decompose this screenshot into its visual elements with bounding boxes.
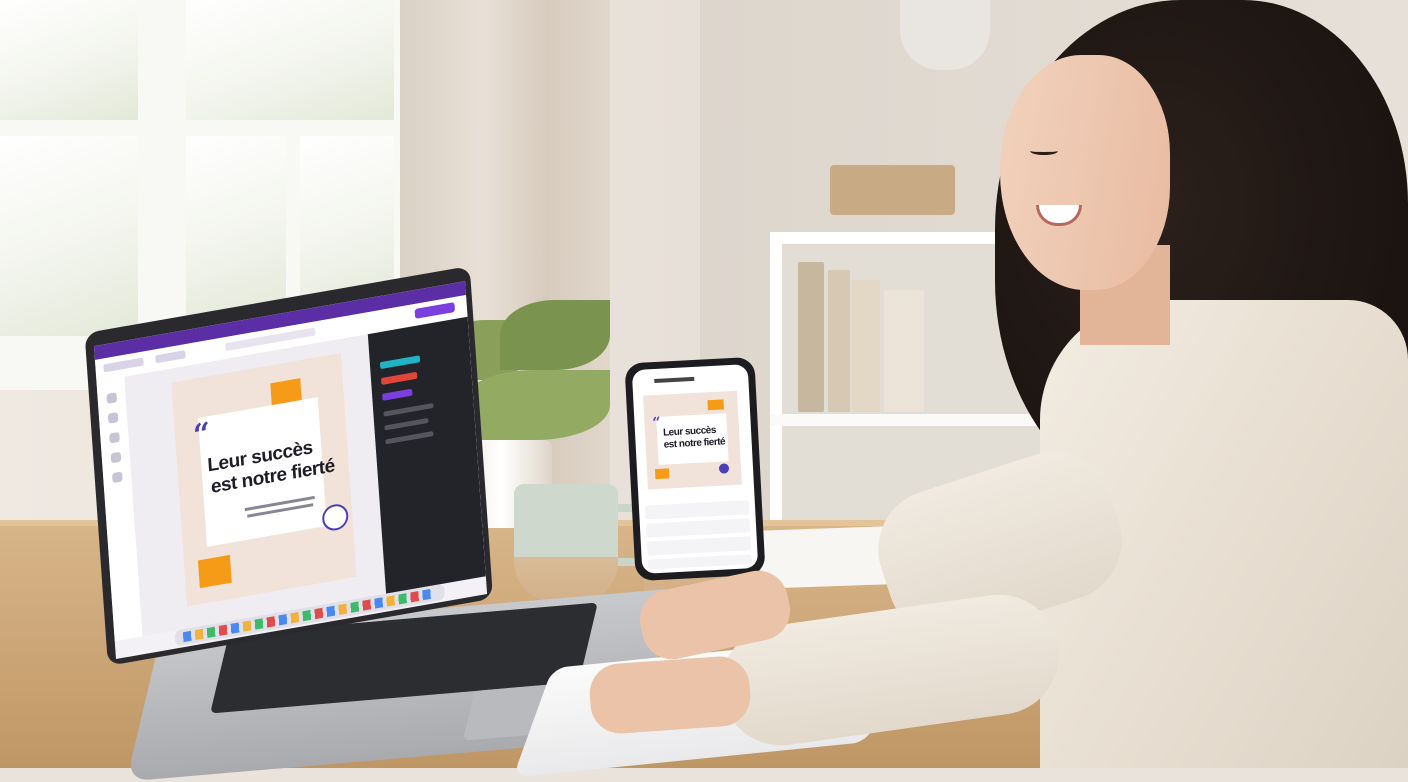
window-pane	[0, 0, 138, 120]
quote-mark: “	[652, 414, 662, 432]
share-button[interactable]	[414, 302, 456, 319]
panel-row[interactable]	[385, 431, 434, 445]
color-swatch[interactable]	[380, 371, 418, 385]
mug	[514, 484, 618, 602]
user-icon	[718, 463, 730, 474]
tool-icon[interactable]	[106, 392, 118, 404]
person-face	[1000, 55, 1170, 290]
person-smile	[1036, 205, 1082, 226]
book	[798, 262, 824, 412]
laptop-screen: “ Leur succès est notre fierté	[93, 281, 488, 659]
desk-lamp	[900, 0, 990, 70]
comment-row[interactable]	[646, 536, 752, 556]
color-swatch[interactable]	[382, 388, 413, 401]
person-eye	[1030, 147, 1058, 155]
comment-row[interactable]	[645, 518, 751, 538]
panel-row[interactable]	[383, 402, 434, 417]
book	[884, 290, 924, 412]
design-card[interactable]: “ Leur succès est notre fierté	[171, 352, 357, 607]
comment-row[interactable]	[647, 554, 753, 570]
window-pane	[0, 136, 138, 336]
quote-mark: “	[192, 416, 212, 454]
orange-accent-square	[707, 399, 724, 411]
tool-icon[interactable]	[110, 451, 122, 464]
window-pane	[186, 136, 286, 316]
smartphone: “ Leur succès est notre fierté	[624, 356, 766, 582]
phone-screen: “ Leur succès est notre fierté	[631, 364, 759, 574]
book	[852, 280, 880, 412]
toolbar-menu-item[interactable]	[155, 350, 186, 364]
toolbar-menu-item[interactable]	[103, 357, 144, 373]
design-canvas[interactable]: “ Leur succès est notre fierté	[124, 334, 387, 637]
tool-icon[interactable]	[109, 431, 120, 444]
tool-icon[interactable]	[112, 471, 123, 484]
post-image[interactable]: “ Leur succès est notre fierté	[643, 390, 742, 490]
shelf-board	[770, 414, 1070, 426]
post-actions-row[interactable]	[644, 500, 750, 520]
plant-leaves	[460, 370, 610, 440]
properties-panel	[367, 316, 486, 594]
person-hand	[587, 654, 753, 736]
plant-leaves	[500, 300, 610, 370]
orange-accent-square	[197, 554, 232, 589]
profile-name	[654, 376, 695, 384]
window-pane	[186, 0, 394, 120]
color-swatch[interactable]	[379, 355, 421, 370]
wooden-box	[830, 165, 955, 215]
tool-icon[interactable]	[107, 412, 119, 424]
user-icon	[321, 502, 350, 533]
panel-row[interactable]	[384, 417, 429, 431]
book	[828, 270, 850, 412]
profile-avatar[interactable]	[638, 377, 649, 388]
orange-accent-square	[654, 468, 670, 480]
